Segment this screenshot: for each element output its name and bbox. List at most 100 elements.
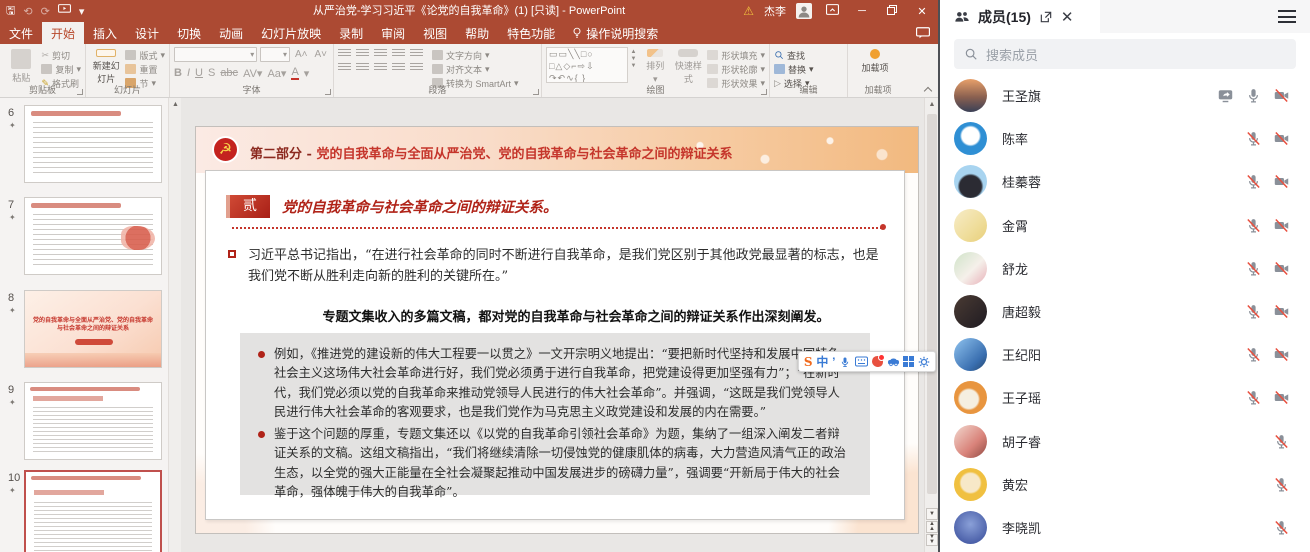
- mic-muted-icon[interactable]: [1245, 260, 1262, 277]
- slide-canvas[interactable]: ☭ 第二部分 - 党的自我革命与全面从严治党、党的自我革命与社会革命之间的辩证关…: [196, 127, 918, 533]
- voice-input-icon[interactable]: [839, 356, 851, 368]
- align-left-icon[interactable]: [338, 63, 351, 72]
- skin-center-icon[interactable]: [872, 356, 883, 367]
- mic-muted-icon[interactable]: [1245, 173, 1262, 190]
- camera-off-icon[interactable]: [1273, 303, 1290, 320]
- scroll-up-arrow[interactable]: ▲: [925, 98, 939, 111]
- emoji-cab-icon[interactable]: [887, 356, 900, 367]
- scrollbar-thumb[interactable]: [927, 114, 937, 494]
- member-row[interactable]: 王纪阳: [940, 333, 1310, 376]
- grow-font-icon[interactable]: A˄: [293, 49, 310, 60]
- member-row[interactable]: 王圣旗: [940, 74, 1310, 117]
- camera-off-icon[interactable]: [1273, 389, 1290, 406]
- reset-button[interactable]: 重置: [125, 63, 165, 75]
- numbering-icon[interactable]: [356, 49, 369, 58]
- paragraph-dialog-launcher[interactable]: [533, 89, 539, 95]
- menu-hamburger-icon[interactable]: [1278, 10, 1296, 23]
- scroll-down-arrow[interactable]: ▼: [926, 508, 938, 520]
- align-center-icon[interactable]: [356, 63, 369, 72]
- camera-off-icon[interactable]: [1273, 260, 1290, 277]
- mic-muted-icon[interactable]: [1245, 303, 1262, 320]
- tell-me-search[interactable]: 操作说明搜索: [564, 22, 666, 44]
- text-direction-button[interactable]: 文字方向 ▾: [432, 49, 519, 61]
- camera-off-icon[interactable]: [1273, 87, 1290, 104]
- close-button[interactable]: ✕: [912, 5, 932, 18]
- popout-icon[interactable]: [1039, 10, 1053, 24]
- main-scrollbar[interactable]: ▲ ▼ ▲▲ ▼▼: [924, 98, 938, 552]
- layout-button[interactable]: 版式 ▾: [125, 49, 165, 61]
- increase-indent-icon[interactable]: [392, 49, 405, 58]
- mic-muted-icon[interactable]: [1245, 130, 1262, 147]
- align-text-button[interactable]: 对齐文本 ▾: [432, 63, 519, 75]
- ime-settings-gear-icon[interactable]: [918, 356, 930, 368]
- tab-transitions[interactable]: 切换: [168, 22, 210, 44]
- shrink-font-icon[interactable]: A˅: [312, 49, 329, 60]
- tab-slideshow[interactable]: 幻灯片放映: [252, 22, 330, 44]
- mic-muted-icon[interactable]: [1245, 217, 1262, 234]
- member-search-input[interactable]: 搜索成员: [954, 39, 1296, 69]
- camera-off-icon[interactable]: [1273, 217, 1290, 234]
- change-case-button[interactable]: Aa▾: [267, 67, 286, 80]
- tab-help[interactable]: 帮助: [456, 22, 498, 44]
- mic-muted-icon[interactable]: [1273, 519, 1290, 536]
- addins-button[interactable]: 加载项: [852, 47, 898, 85]
- shapes-scroll-up[interactable]: ▲: [631, 49, 639, 55]
- clipboard-dialog-launcher[interactable]: [77, 89, 83, 95]
- underline-button[interactable]: U: [195, 67, 203, 79]
- member-row[interactable]: 陈率: [940, 117, 1310, 160]
- columns-icon[interactable]: [410, 63, 423, 72]
- cut-button[interactable]: ✂剪切: [41, 49, 81, 61]
- font-dialog-launcher[interactable]: [325, 89, 331, 95]
- align-right-icon[interactable]: [374, 63, 387, 72]
- member-row[interactable]: 桂蓁蓉: [940, 160, 1310, 203]
- user-avatar[interactable]: [796, 3, 812, 19]
- replace-button[interactable]: 替换 ▾: [774, 63, 814, 75]
- mic-muted-icon[interactable]: [1245, 389, 1262, 406]
- member-row[interactable]: 李晓凯: [940, 506, 1310, 549]
- thumbnail-scrollbar[interactable]: ▲: [168, 98, 181, 552]
- toolbox-grid-icon[interactable]: [903, 356, 914, 367]
- shapes-scroll-down[interactable]: ▼: [631, 56, 639, 62]
- mic-muted-icon[interactable]: [1273, 476, 1290, 493]
- shapes-more[interactable]: ▼: [631, 63, 639, 69]
- char-spacing-button[interactable]: AV▾: [243, 67, 262, 80]
- shape-outline-button[interactable]: 形状轮廓 ▾: [707, 63, 765, 75]
- quick-styles-button[interactable]: 快速样式: [672, 47, 704, 85]
- drawing-dialog-launcher[interactable]: [761, 89, 767, 95]
- line-spacing-icon[interactable]: [410, 49, 423, 58]
- shape-fill-button[interactable]: 形状填充 ▾: [707, 49, 765, 61]
- members-tab[interactable]: 成员(15) ✕: [940, 0, 1100, 33]
- comments-icon[interactable]: [916, 26, 930, 44]
- tab-view[interactable]: 视图: [414, 22, 456, 44]
- italic-button[interactable]: I: [187, 67, 190, 79]
- punctuation-icon[interactable]: ’: [832, 355, 835, 369]
- minimize-button[interactable]: ─: [852, 5, 872, 17]
- sogou-logo-icon[interactable]: S: [804, 355, 813, 369]
- next-slide-button[interactable]: ▼▼: [926, 534, 938, 546]
- member-row[interactable]: 舒龙: [940, 247, 1310, 290]
- decrease-indent-icon[interactable]: [374, 49, 387, 58]
- find-button[interactable]: 查找: [774, 49, 814, 61]
- chinese-mode-icon[interactable]: 中: [816, 353, 828, 370]
- mic-muted-icon[interactable]: [1273, 433, 1290, 450]
- font-color-button[interactable]: A: [291, 66, 298, 80]
- tab-file[interactable]: 文件: [0, 22, 42, 44]
- tab-review[interactable]: 审阅: [372, 22, 414, 44]
- camera-off-icon[interactable]: [1273, 346, 1290, 363]
- copy-button[interactable]: 复制 ▾: [41, 63, 81, 75]
- soft-keyboard-icon[interactable]: [855, 356, 868, 367]
- ribbon-display-options-icon[interactable]: [822, 4, 842, 18]
- mic-muted-icon[interactable]: [1245, 346, 1262, 363]
- tab-insert[interactable]: 插入: [84, 22, 126, 44]
- paste-button[interactable]: 粘贴: [4, 47, 38, 85]
- font-name-box[interactable]: ▾: [174, 47, 257, 62]
- member-row[interactable]: 王子瑶: [940, 376, 1310, 419]
- previous-slide-button[interactable]: ▲▲: [926, 521, 938, 533]
- tab-record[interactable]: 录制: [330, 22, 372, 44]
- member-row[interactable]: 唐超毅: [940, 290, 1310, 333]
- shapes-gallery[interactable]: ▭▭╲╲□○□△◇⌐⇨⇩↷↶∿{ }: [546, 47, 628, 83]
- member-row[interactable]: 黄宏: [940, 463, 1310, 506]
- camera-off-icon[interactable]: [1273, 130, 1290, 147]
- member-row[interactable]: 胡子睿: [940, 420, 1310, 463]
- bold-button[interactable]: B: [174, 67, 182, 79]
